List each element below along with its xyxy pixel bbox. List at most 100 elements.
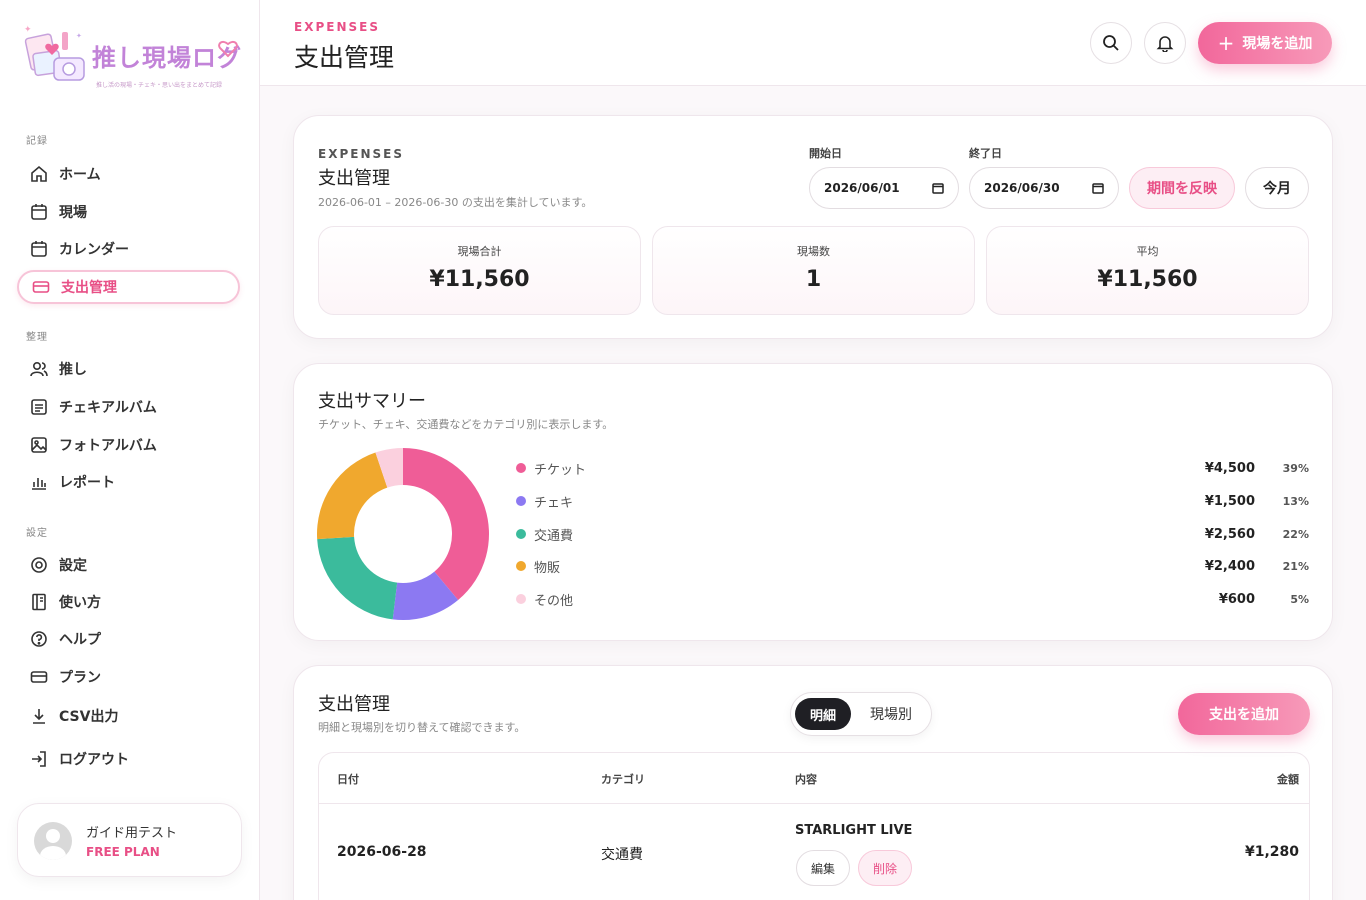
delete-button[interactable]: 削除 (858, 850, 912, 886)
column-header-category: カテゴリ (601, 773, 645, 786)
legend-name: チケット (534, 462, 587, 478)
sidebar-item-cheki-album[interactable]: チェキアルバム (17, 390, 240, 424)
legend-percent: 39% (1282, 461, 1309, 475)
this-month-button[interactable]: 今月 (1245, 167, 1309, 209)
sidebar-item-label: 支出管理 (61, 280, 117, 296)
heart-icon (218, 40, 238, 58)
legend-item: チケット ¥4,500 39% (516, 458, 1309, 478)
help-icon (29, 629, 49, 649)
summary-subtitle: チケット、チェキ、交通費などをカテゴリ別に表示します。 (318, 418, 614, 431)
sidebar-item-events[interactable]: 現場 (17, 195, 240, 229)
column-header-amount: 金額 (1277, 773, 1299, 786)
expenses-table: 日付 カテゴリ 内容 金額 2026-06-28 交通費 STARLIGHT L… (318, 752, 1310, 900)
sidebar-item-home[interactable]: ホーム (17, 157, 240, 191)
expenses-subtitle: 明細と現場別を切り替えて確認できます。 (318, 721, 526, 734)
calendar-icon (1092, 183, 1104, 194)
stat-total: 現場合計 ¥11,560 (318, 226, 641, 315)
search-button[interactable] (1090, 22, 1132, 64)
sidebar-item-report[interactable]: レポート (17, 465, 240, 499)
row-amount: ¥1,280 (1244, 844, 1299, 860)
donut-slice-1 (403, 448, 489, 601)
end-date-value: 2026/06/30 (984, 181, 1060, 195)
user-plan-badge: FREE PLAN (86, 845, 160, 859)
users-icon (29, 359, 49, 379)
download-icon (29, 706, 49, 726)
start-date-input[interactable]: 2026/06/01 (809, 167, 959, 209)
legend-dot (516, 561, 526, 571)
stat-value: 1 (805, 267, 822, 292)
add-event-label: 現場を追加 (1242, 36, 1313, 52)
card-icon (31, 277, 51, 297)
sidebar-item-expenses[interactable]: 支出管理 (17, 270, 240, 304)
summary-title: 支出サマリー (318, 391, 426, 412)
sidebar-item-label: CSV出力 (59, 709, 119, 725)
apply-period-button[interactable]: 期間を反映 (1129, 167, 1235, 209)
avatar (34, 822, 72, 860)
view-toggle: 明細 現場別 (790, 692, 932, 736)
donut-slice-3 (317, 536, 398, 620)
sidebar-item-label: 推し (59, 362, 87, 378)
expense-list-card: 支出管理 明細と現場別を切り替えて確認できます。 明細 現場別 支出を追加 日付… (293, 665, 1333, 900)
legend-item: 交通費 ¥2,560 22% (516, 524, 1309, 544)
sidebar-item-calendar[interactable]: カレンダー (17, 232, 240, 266)
sidebar-item-label: ホーム (59, 167, 101, 183)
stat-label: 平均 (1136, 245, 1159, 258)
edit-button[interactable]: 編集 (796, 850, 850, 886)
sidebar-item-label: レポート (59, 475, 115, 491)
stat-label: 現場数 (797, 245, 830, 258)
legend-amount: ¥1,500 (1204, 493, 1255, 509)
app-logo[interactable]: ✦ ✦ 推し現場ログ 推し活の現場・チェキ・思い出をまとめて記録 (20, 22, 245, 92)
legend-dot (516, 529, 526, 539)
sidebar-item-help[interactable]: ヘルプ (17, 622, 240, 656)
stat-value: ¥11,560 (1097, 267, 1198, 292)
stat-count: 現場数 1 (652, 226, 975, 315)
card-icon (29, 667, 49, 687)
sidebar-item-plan[interactable]: プラン (17, 660, 240, 694)
row-content: STARLIGHT LIVE (795, 823, 913, 838)
add-event-button[interactable]: + 現場を追加 (1198, 22, 1332, 64)
legend-percent: 21% (1282, 559, 1309, 573)
tab-detail[interactable]: 明細 (795, 698, 851, 730)
stat-value: ¥11,560 (429, 267, 530, 292)
book-icon (29, 592, 49, 612)
sidebar-item-how-to[interactable]: 使い方 (17, 585, 240, 619)
sidebar-item-logout[interactable]: ログアウト (17, 742, 240, 776)
sidebar-item-oshi[interactable]: 推し (17, 352, 240, 386)
sidebar-item-photo-album[interactable]: フォトアルバム (17, 428, 240, 462)
plus-icon: + (1217, 31, 1235, 55)
sidebar-item-label: チェキアルバム (59, 400, 157, 416)
filter-eyebrow: EXPENSES (318, 147, 404, 161)
legend-name: その他 (534, 593, 574, 609)
expense-donut-chart (317, 448, 489, 620)
sidebar-item-label: ログアウト (59, 752, 129, 768)
album-icon (29, 397, 49, 417)
svg-text:✦: ✦ (24, 25, 32, 35)
sidebar-item-label: プラン (59, 670, 101, 686)
page-title: 支出管理 (294, 43, 395, 72)
legend-name: 交通費 (534, 528, 574, 544)
svg-text:✦: ✦ (76, 32, 82, 40)
calendar-icon (932, 183, 944, 194)
notification-button[interactable] (1144, 22, 1186, 64)
nav-section-record: 記録 (26, 136, 48, 147)
add-expense-button[interactable]: 支出を追加 (1178, 693, 1310, 735)
column-header-content: 内容 (795, 773, 817, 786)
legend-amount: ¥2,560 (1204, 526, 1255, 542)
top-header: EXPENSES 支出管理 + 現場を追加 (260, 0, 1366, 86)
donut-slice-4 (317, 452, 388, 540)
expenses-title: 支出管理 (318, 694, 390, 715)
header-eyebrow: EXPENSES (294, 20, 380, 34)
legend-item: 物販 ¥2,400 21% (516, 556, 1309, 576)
sidebar-item-label: フォトアルバム (59, 438, 157, 454)
calendar-icon (29, 202, 49, 222)
legend-dot (516, 463, 526, 473)
app-subtitle: 推し活の現場・チェキ・思い出をまとめて記録 (96, 82, 223, 89)
logout-icon (29, 749, 49, 769)
user-card[interactable]: ガイド用テスト FREE PLAN (17, 803, 242, 877)
sidebar-item-csv-export[interactable]: CSV出力 (17, 699, 240, 733)
calendar-icon (29, 239, 49, 259)
sidebar-item-settings[interactable]: 設定 (17, 548, 240, 582)
legend-percent: 5% (1290, 592, 1309, 606)
end-date-input[interactable]: 2026/06/30 (969, 167, 1119, 209)
tab-by-event[interactable]: 現場別 (859, 698, 923, 730)
